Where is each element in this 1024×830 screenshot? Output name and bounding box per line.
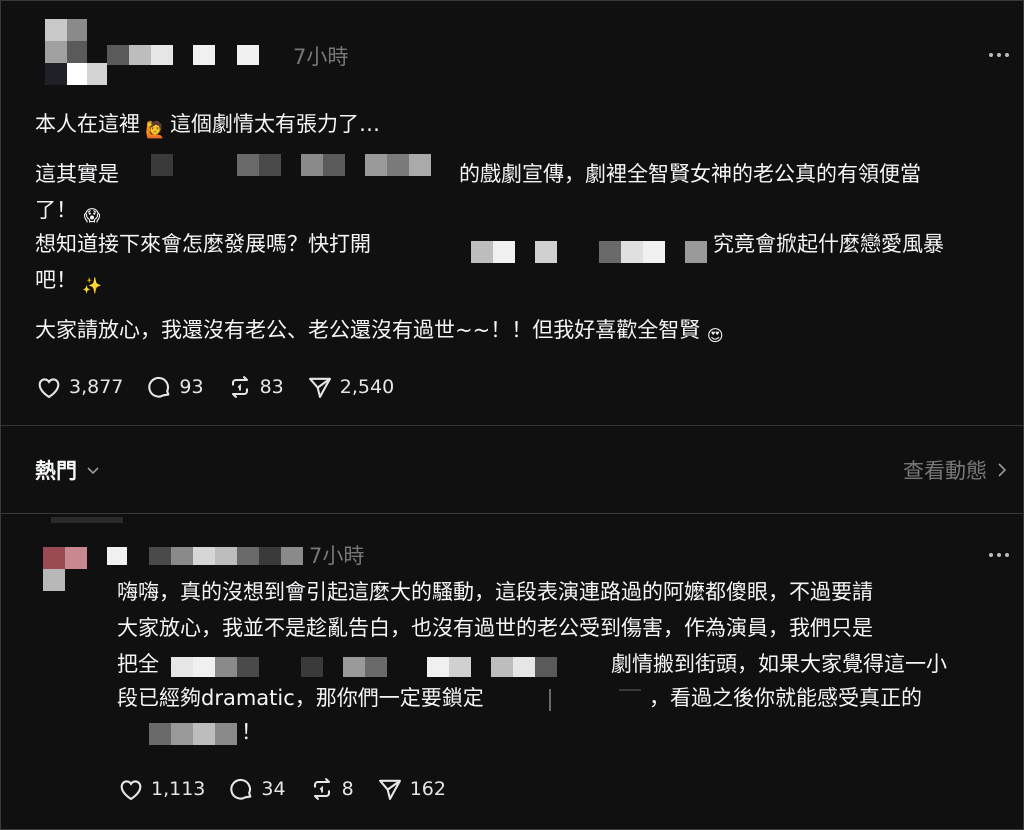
reply-line-2: 大家放心，我並不是趁亂告白，也沒有過世的老公受到傷害，作為演員，我們只是 (117, 616, 873, 640)
post-line-3: 了！ 😱 (35, 195, 107, 228)
post-line-2-suffix: 的戲劇宣傳，劇裡全智賢女神的老公真的有領便當 (459, 162, 921, 186)
comment-button[interactable]: 93 (145, 373, 204, 401)
reply-line-3-suffix: 劇情搬到街頭，如果大家覺得這一小 (611, 652, 947, 676)
post-avatar[interactable] (45, 19, 109, 91)
post-action-bar: 3,877 93 83 2,540 (35, 373, 394, 401)
repost-button[interactable]: 83 (226, 373, 284, 401)
reply-timestamp: 7小時 (309, 544, 365, 568)
reply-avatar[interactable] (43, 547, 87, 591)
post-line-1: 本人在這裡 🙋 這個劇情太有張力了… (35, 109, 380, 142)
heart-icon (38, 378, 60, 399)
reply-thread-connector (51, 517, 123, 523)
like-count: 3,877 (69, 376, 124, 398)
comment-bubble-icon (230, 778, 252, 800)
reply-line-4-suffix: ，看過之後你就能感受真正的 (649, 686, 922, 710)
comment-bubble-icon (148, 376, 170, 398)
reply-repost-count: 8 (341, 778, 354, 800)
view-activity-label: 查看動態 (903, 459, 987, 483)
repost-icon (313, 778, 330, 800)
reply-line-1: 嗨嗨，真的沒想到會引起這麼大的騷動，這段表演連路過的阿嬤都傻眼，不過要請 (117, 580, 873, 604)
scream-emoji-icon: 😱 (83, 206, 101, 225)
send-icon (378, 779, 401, 800)
post-username[interactable] (107, 45, 259, 67)
reply-like-count: 1,113 (151, 778, 206, 800)
reply-username[interactable] (107, 547, 303, 567)
reply-share-button[interactable]: 162 (376, 775, 446, 803)
post-more-dots-icon[interactable] (989, 53, 1009, 57)
repost-icon (231, 376, 248, 398)
post-line-6: 大家請放心，我還沒有老公、老公還沒有過世~~！！但我好喜歡全智賢 😍 (35, 315, 730, 348)
redacted-platform-name-reply (549, 689, 641, 711)
reply-line-3: 把全 (117, 652, 159, 676)
redacted-closing-name (149, 723, 237, 745)
like-button[interactable]: 3,877 (35, 373, 123, 401)
chevron-down-icon (87, 467, 99, 475)
post-line-4: 想知道接下來會怎麼發展嗎？快打開 (35, 232, 371, 256)
redacted-platform-name (471, 241, 711, 263)
raising-hand-emoji-icon: 🙋 (145, 120, 165, 139)
sort-dropdown[interactable]: 熱門 (35, 455, 101, 485)
chevron-right-icon (998, 463, 1007, 477)
sort-label: 熱門 (35, 459, 77, 483)
post-line-5: 吧！ ✨ (35, 265, 107, 298)
reply-action-bar: 1,113 34 8 162 (117, 775, 446, 803)
redacted-drama-title (151, 154, 451, 180)
redacted-drama-name (171, 657, 611, 679)
reply-comment-count: 34 (261, 778, 286, 800)
sparkles-emoji-icon: ✨ (82, 276, 102, 295)
post-line-2: 這其實是 (35, 162, 119, 186)
reply-like-button[interactable]: 1,113 (117, 775, 205, 803)
heart-eyes-emoji-icon: 😍 (706, 326, 724, 345)
send-icon (308, 377, 331, 398)
heart-icon (120, 780, 142, 801)
share-button[interactable]: 2,540 (306, 373, 394, 401)
repost-count: 83 (259, 376, 284, 398)
reply-share-count: 162 (409, 778, 446, 800)
share-count: 2,540 (339, 376, 395, 398)
reply-more-dots-icon[interactable] (989, 553, 1009, 557)
reply-repost-button[interactable]: 8 (308, 775, 354, 803)
reply-line-5: ！ (241, 720, 262, 744)
section-divider (1, 513, 1023, 514)
comment-count: 93 (179, 376, 204, 398)
reply-line-4: 段已經夠dramatic，那你們一定要鎖定 (117, 686, 484, 710)
view-activity-link[interactable]: 查看動態 (903, 455, 1009, 485)
post-divider (1, 425, 1023, 426)
threads-window: 7小時 本人在這裡 🙋 這個劇情太有張力了… 這其實是 的戲劇宣傳，劇裡全智賢女神的… (0, 0, 1024, 830)
post-timestamp: 7小時 (293, 45, 349, 69)
post-line-4-suffix: 究竟會掀起什麼戀愛風暴 (713, 232, 944, 256)
reply-comment-button[interactable]: 34 (227, 775, 286, 803)
